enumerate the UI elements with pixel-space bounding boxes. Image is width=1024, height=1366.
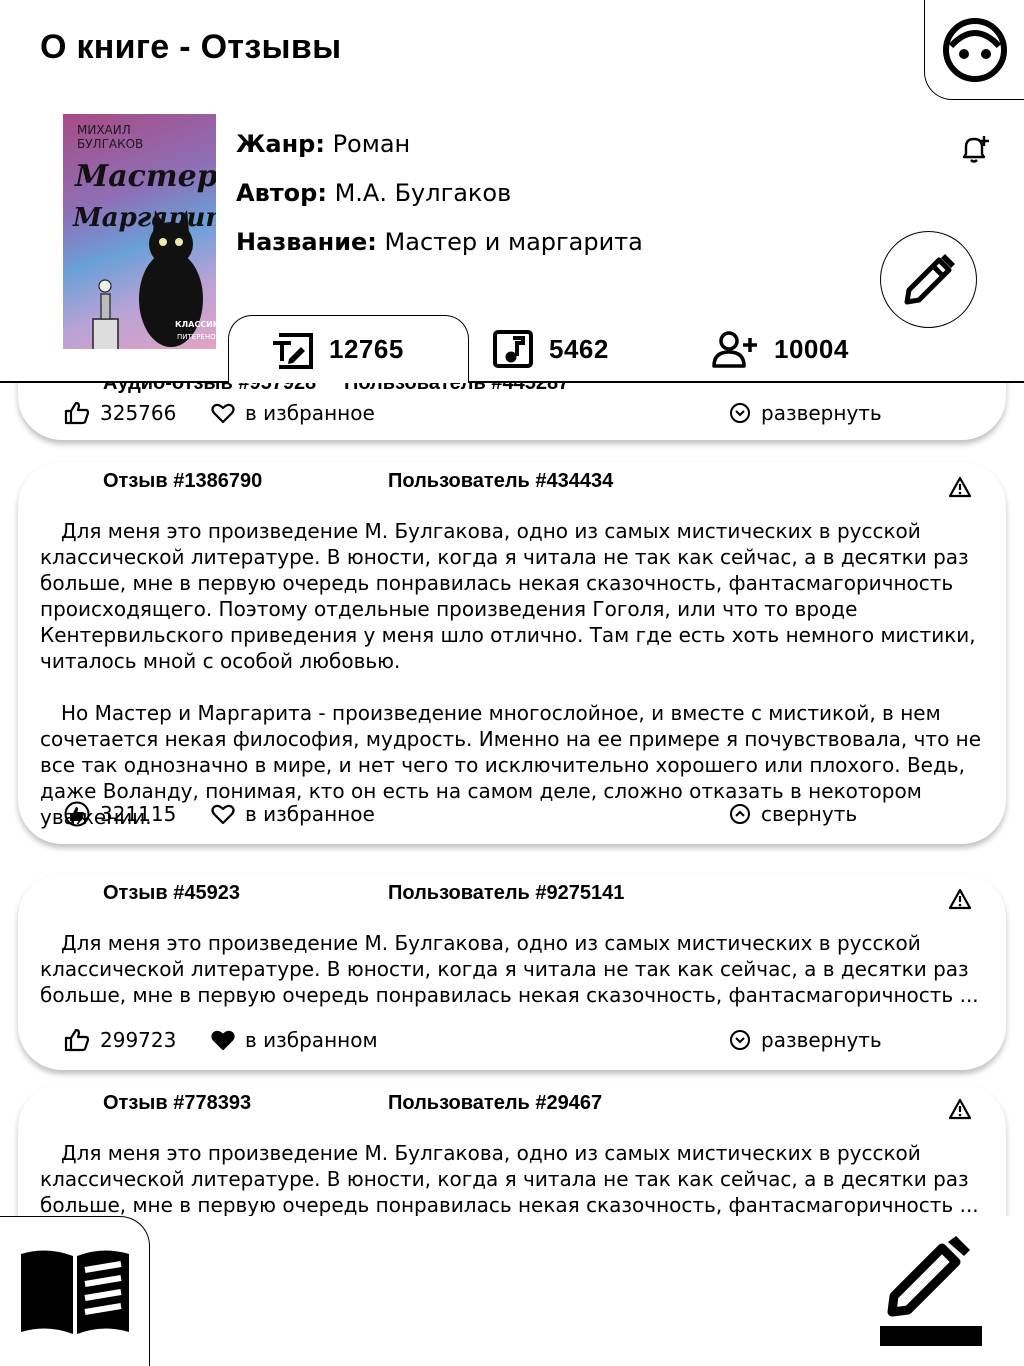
author-value: М.А. Булгаков <box>334 179 512 207</box>
review-user-link[interactable]: Пользователь #434434 <box>388 470 613 493</box>
thumbs-up-icon <box>64 401 90 425</box>
chevron-down-circle-icon <box>730 1030 750 1050</box>
heart-filled-icon <box>211 1030 235 1051</box>
report-warning-icon[interactable] <box>948 476 972 498</box>
cover-title-line1: Мастер и <box>74 159 216 194</box>
heart-outline-icon <box>211 804 235 825</box>
review-id: Отзыв #45923 <box>103 882 240 904</box>
like-button[interactable]: 321115 <box>64 796 176 832</box>
book-cover: МИХАИЛ БУЛГАКОВ Мастер и Маргарита КЛАСС… <box>63 114 216 349</box>
review-paragraph: Для меня это произведение М. Булгакова, … <box>40 519 976 673</box>
genre-row: Жанр: Роман <box>236 130 410 158</box>
like-count: 321115 <box>100 802 177 826</box>
cover-author-line2: БУЛГАКОВ <box>77 137 143 151</box>
profile-button[interactable] <box>924 0 1024 100</box>
pencil-icon <box>904 253 955 304</box>
subscribe-notification-button[interactable] <box>958 132 992 166</box>
pencil-write-icon <box>880 1236 982 1346</box>
like-button[interactable]: 299723 <box>64 1022 176 1058</box>
tab-audio-reviews[interactable]: 5462 <box>493 315 653 383</box>
favorite-button[interactable]: в избранном <box>211 1022 378 1058</box>
like-count: 325766 <box>100 401 177 425</box>
review-paragraph: Для меня это произведение М. Булгакова, … <box>40 1141 979 1216</box>
report-warning-icon[interactable] <box>948 1098 972 1120</box>
cover-series-line2: ПИТЕРЕНОК <box>177 333 216 341</box>
genre-value: Роман <box>332 130 411 158</box>
genre-label: Жанр: <box>236 130 325 158</box>
page-title: О книге - Отзывы <box>40 28 342 66</box>
tab-subscribers[interactable]: 10004 <box>712 315 882 383</box>
tab-text-reviews[interactable]: 12765 <box>228 315 469 383</box>
thumbs-up-icon <box>64 1028 90 1052</box>
collapse-label: свернуть <box>761 802 858 826</box>
review-header-partial: Аудио-отзыв #957928 Пользователь #445287 <box>103 382 570 394</box>
tab-text-reviews-count: 12765 <box>329 334 404 364</box>
title-value: Мастер и маргарита <box>384 228 643 256</box>
report-warning-icon[interactable] <box>948 888 972 910</box>
author-label: Автор: <box>236 179 327 207</box>
thumbs-up-filled-icon <box>64 801 90 827</box>
cover-series-line1: КЛАССИКА <box>175 320 216 329</box>
review-paragraph: Для меня это произведение М. Булгакова, … <box>40 931 979 1007</box>
title-label: Название: <box>236 228 377 256</box>
review-text: Для меня это произведение М. Булгакова, … <box>40 518 984 830</box>
cover-author-line1: МИХАИЛ <box>77 123 131 137</box>
expand-label: развернуть <box>761 401 882 425</box>
expand-button[interactable]: развернуть <box>729 1022 882 1058</box>
chevron-up-circle-icon <box>730 804 750 824</box>
favorite-label: в избранном <box>245 1028 378 1052</box>
favorite-label: в избранное <box>245 401 375 425</box>
edit-book-button[interactable] <box>880 231 977 328</box>
favorite-button[interactable]: в избранное <box>211 796 375 832</box>
review-card: Отзыв #45923 Пользователь #9275141 Для м… <box>18 874 1006 1070</box>
review-user-link[interactable]: Пользователь #9275141 <box>388 882 624 905</box>
review-id: Отзыв #778393 <box>103 1092 252 1114</box>
expand-label: развернуть <box>761 1028 882 1052</box>
chevron-down-circle-icon <box>730 403 750 423</box>
heart-outline-icon <box>211 403 235 424</box>
cover-title-line2: Маргарита <box>72 203 216 233</box>
face-icon <box>942 17 1007 82</box>
like-button[interactable]: 325766 <box>64 395 176 431</box>
like-count: 299723 <box>100 1028 177 1052</box>
add-user-icon <box>712 331 757 368</box>
review-text: Для меня это произведение М. Булгакова, … <box>40 1140 984 1216</box>
text-review-icon <box>273 332 313 369</box>
review-card: Аудио-отзыв #957928 Пользователь #445287… <box>18 382 1006 440</box>
review-id: Отзыв #1386790 <box>103 470 263 492</box>
tab-subscribers-count: 10004 <box>774 333 849 364</box>
bell-plus-icon <box>962 136 989 163</box>
favorite-button[interactable]: в избранное <box>211 395 375 431</box>
tab-audio-reviews-count: 5462 <box>549 333 609 364</box>
review-card: Отзыв #1386790 Пользователь #434434 Для … <box>18 462 1006 844</box>
expand-button[interactable]: развернуть <box>729 395 882 431</box>
collapse-button[interactable]: свернуть <box>729 796 857 832</box>
review-text: Для меня это произведение М. Булгакова, … <box>40 930 984 1008</box>
title-row: Название: Мастер и маргарита <box>236 228 643 256</box>
review-user-link[interactable]: Пользователь #29467 <box>388 1092 602 1115</box>
favorite-label: в избранное <box>245 802 375 826</box>
author-row: Автор: М.А. Булгаков <box>236 179 511 207</box>
open-book-icon <box>20 1249 129 1334</box>
audio-note-icon <box>493 330 533 368</box>
reviews-feed[interactable]: Аудио-отзыв #957928 Пользователь #445287… <box>0 382 1024 1216</box>
read-book-button[interactable] <box>0 1216 150 1366</box>
review-card: Отзыв #778393 Пользователь #29467 Для ме… <box>18 1084 1006 1216</box>
write-review-button[interactable] <box>880 1234 982 1346</box>
